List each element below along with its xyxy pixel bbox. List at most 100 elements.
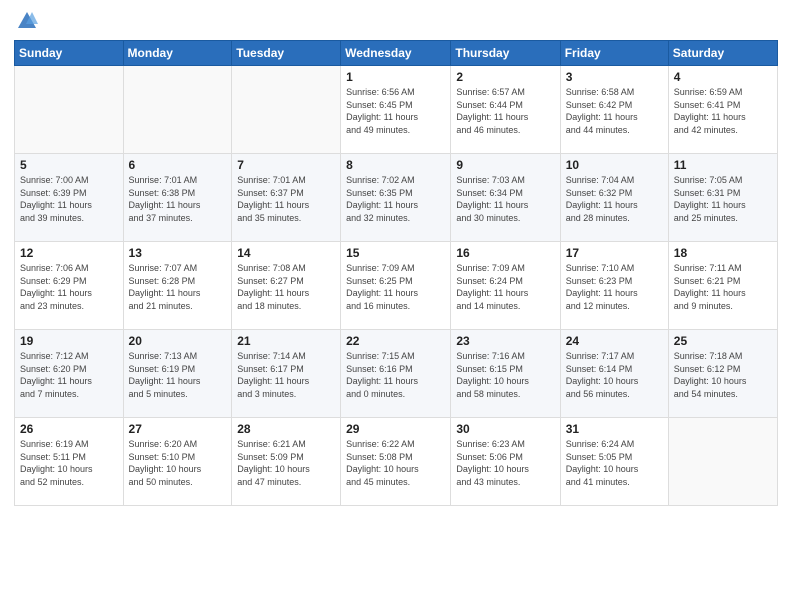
calendar-cell: 24 Sunrise: 7:17 AM Sunset: 6:14 PM Dayli… xyxy=(560,330,668,418)
day-info: Sunrise: 6:56 AM Sunset: 6:45 PM Dayligh… xyxy=(346,86,445,136)
logo xyxy=(14,10,38,32)
calendar-cell: 17Sunrise: 7:10 AM Sunset: 6:23 PM Dayli… xyxy=(560,242,668,330)
calendar-cell: 2 Sunrise: 6:57 AM Sunset: 6:44 PM Daylig… xyxy=(451,66,560,154)
calendar-cell xyxy=(15,66,124,154)
weekday-header-thursday: Thursday xyxy=(451,41,560,66)
calendar-cell: 21 Sunrise: 7:14 AM Sunset: 6:17 PM Dayli… xyxy=(232,330,341,418)
header xyxy=(14,10,778,32)
day-number: 21 xyxy=(237,334,335,348)
calendar-cell: 8Sunrise: 7:02 AM Sunset: 6:35 PM Daylig… xyxy=(341,154,451,242)
calendar-cell: 4 Sunrise: 6:59 AM Sunset: 6:41 PM Daylig… xyxy=(668,66,777,154)
day-number: 29 xyxy=(346,422,445,436)
calendar-week-2: 5 Sunrise: 7:00 AM Sunset: 6:39 PM Daylig… xyxy=(15,154,778,242)
day-info: Sunrise: 7:17 AM Sunset: 6:14 PM Dayligh… xyxy=(566,350,663,400)
weekday-header-monday: Monday xyxy=(123,41,232,66)
day-number: 31 xyxy=(566,422,663,436)
day-info: Sunrise: 6:23 AM Sunset: 5:06 PM Dayligh… xyxy=(456,438,554,488)
day-number: 30 xyxy=(456,422,554,436)
logo-icon xyxy=(16,10,38,32)
calendar-cell: 31 Sunrise: 6:24 AM Sunset: 5:05 PM Dayli… xyxy=(560,418,668,506)
day-info: Sunrise: 7:18 AM Sunset: 6:12 PM Dayligh… xyxy=(674,350,772,400)
day-number: 19 xyxy=(20,334,118,348)
day-info: Sunrise: 7:15 AM Sunset: 6:16 PM Dayligh… xyxy=(346,350,445,400)
day-info: Sunrise: 7:04 AM Sunset: 6:32 PM Dayligh… xyxy=(566,174,663,224)
weekday-header-friday: Friday xyxy=(560,41,668,66)
calendar-cell: 11Sunrise: 7:05 AM Sunset: 6:31 PM Dayli… xyxy=(668,154,777,242)
day-number: 24 xyxy=(566,334,663,348)
calendar-cell: 19Sunrise: 7:12 AM Sunset: 6:20 PM Dayli… xyxy=(15,330,124,418)
calendar-cell xyxy=(668,418,777,506)
calendar-cell: 9 Sunrise: 7:03 AM Sunset: 6:34 PM Daylig… xyxy=(451,154,560,242)
day-number: 7 xyxy=(237,158,335,172)
calendar-cell: 10 Sunrise: 7:04 AM Sunset: 6:32 PM Dayli… xyxy=(560,154,668,242)
calendar-cell: 28 Sunrise: 6:21 AM Sunset: 5:09 PM Dayli… xyxy=(232,418,341,506)
calendar-cell: 27 Sunrise: 6:20 AM Sunset: 5:10 PM Dayli… xyxy=(123,418,232,506)
day-info: Sunrise: 7:13 AM Sunset: 6:19 PM Dayligh… xyxy=(129,350,227,400)
day-info: Sunrise: 7:11 AM Sunset: 6:21 PM Dayligh… xyxy=(674,262,772,312)
day-number: 22 xyxy=(346,334,445,348)
weekday-header-row: SundayMondayTuesdayWednesdayThursdayFrid… xyxy=(15,41,778,66)
calendar-cell xyxy=(232,66,341,154)
calendar-cell: 23 Sunrise: 7:16 AM Sunset: 6:15 PM Dayli… xyxy=(451,330,560,418)
day-number: 12 xyxy=(20,246,118,260)
day-info: Sunrise: 7:09 AM Sunset: 6:25 PM Dayligh… xyxy=(346,262,445,312)
day-info: Sunrise: 6:58 AM Sunset: 6:42 PM Dayligh… xyxy=(566,86,663,136)
calendar-cell: 7 Sunrise: 7:01 AM Sunset: 6:37 PM Daylig… xyxy=(232,154,341,242)
calendar-cell: 16 Sunrise: 7:09 AM Sunset: 6:24 PM Dayli… xyxy=(451,242,560,330)
weekday-header-tuesday: Tuesday xyxy=(232,41,341,66)
day-number: 26 xyxy=(20,422,118,436)
day-info: Sunrise: 6:21 AM Sunset: 5:09 PM Dayligh… xyxy=(237,438,335,488)
day-number: 4 xyxy=(674,70,772,84)
calendar-table: SundayMondayTuesdayWednesdayThursdayFrid… xyxy=(14,40,778,506)
day-info: Sunrise: 7:09 AM Sunset: 6:24 PM Dayligh… xyxy=(456,262,554,312)
day-info: Sunrise: 7:06 AM Sunset: 6:29 PM Dayligh… xyxy=(20,262,118,312)
day-info: Sunrise: 7:16 AM Sunset: 6:15 PM Dayligh… xyxy=(456,350,554,400)
weekday-header-sunday: Sunday xyxy=(15,41,124,66)
calendar-cell: 5 Sunrise: 7:00 AM Sunset: 6:39 PM Daylig… xyxy=(15,154,124,242)
day-info: Sunrise: 7:02 AM Sunset: 6:35 PM Dayligh… xyxy=(346,174,445,224)
calendar-week-4: 19Sunrise: 7:12 AM Sunset: 6:20 PM Dayli… xyxy=(15,330,778,418)
day-info: Sunrise: 6:19 AM Sunset: 5:11 PM Dayligh… xyxy=(20,438,118,488)
calendar-week-5: 26 Sunrise: 6:19 AM Sunset: 5:11 PM Dayli… xyxy=(15,418,778,506)
day-number: 3 xyxy=(566,70,663,84)
calendar-cell: 18Sunrise: 7:11 AM Sunset: 6:21 PM Dayli… xyxy=(668,242,777,330)
day-info: Sunrise: 7:01 AM Sunset: 6:37 PM Dayligh… xyxy=(237,174,335,224)
day-number: 1 xyxy=(346,70,445,84)
calendar-cell: 12 Sunrise: 7:06 AM Sunset: 6:29 PM Dayli… xyxy=(15,242,124,330)
calendar-cell: 1 Sunrise: 6:56 AM Sunset: 6:45 PM Daylig… xyxy=(341,66,451,154)
day-number: 2 xyxy=(456,70,554,84)
day-number: 10 xyxy=(566,158,663,172)
day-number: 9 xyxy=(456,158,554,172)
calendar-cell: 13Sunrise: 7:07 AM Sunset: 6:28 PM Dayli… xyxy=(123,242,232,330)
day-info: Sunrise: 7:00 AM Sunset: 6:39 PM Dayligh… xyxy=(20,174,118,224)
day-info: Sunrise: 7:14 AM Sunset: 6:17 PM Dayligh… xyxy=(237,350,335,400)
day-info: Sunrise: 7:10 AM Sunset: 6:23 PM Dayligh… xyxy=(566,262,663,312)
day-number: 23 xyxy=(456,334,554,348)
day-number: 20 xyxy=(129,334,227,348)
calendar-cell: 25 Sunrise: 7:18 AM Sunset: 6:12 PM Dayli… xyxy=(668,330,777,418)
day-info: Sunrise: 6:24 AM Sunset: 5:05 PM Dayligh… xyxy=(566,438,663,488)
day-info: Sunrise: 6:20 AM Sunset: 5:10 PM Dayligh… xyxy=(129,438,227,488)
day-number: 14 xyxy=(237,246,335,260)
day-info: Sunrise: 7:01 AM Sunset: 6:38 PM Dayligh… xyxy=(129,174,227,224)
calendar-cell: 30 Sunrise: 6:23 AM Sunset: 5:06 PM Dayli… xyxy=(451,418,560,506)
weekday-header-wednesday: Wednesday xyxy=(341,41,451,66)
day-info: Sunrise: 6:59 AM Sunset: 6:41 PM Dayligh… xyxy=(674,86,772,136)
calendar-cell: 29Sunrise: 6:22 AM Sunset: 5:08 PM Dayli… xyxy=(341,418,451,506)
calendar-cell: 15 Sunrise: 7:09 AM Sunset: 6:25 PM Dayli… xyxy=(341,242,451,330)
day-number: 16 xyxy=(456,246,554,260)
day-number: 27 xyxy=(129,422,227,436)
day-number: 11 xyxy=(674,158,772,172)
day-info: Sunrise: 7:03 AM Sunset: 6:34 PM Dayligh… xyxy=(456,174,554,224)
day-number: 28 xyxy=(237,422,335,436)
calendar-cell: 6 Sunrise: 7:01 AM Sunset: 6:38 PM Daylig… xyxy=(123,154,232,242)
day-number: 5 xyxy=(20,158,118,172)
day-info: Sunrise: 6:57 AM Sunset: 6:44 PM Dayligh… xyxy=(456,86,554,136)
day-number: 15 xyxy=(346,246,445,260)
day-number: 6 xyxy=(129,158,227,172)
calendar-cell: 22 Sunrise: 7:15 AM Sunset: 6:16 PM Dayli… xyxy=(341,330,451,418)
day-number: 25 xyxy=(674,334,772,348)
calendar-week-3: 12 Sunrise: 7:06 AM Sunset: 6:29 PM Dayli… xyxy=(15,242,778,330)
day-info: Sunrise: 7:08 AM Sunset: 6:27 PM Dayligh… xyxy=(237,262,335,312)
calendar-cell: 26 Sunrise: 6:19 AM Sunset: 5:11 PM Dayli… xyxy=(15,418,124,506)
